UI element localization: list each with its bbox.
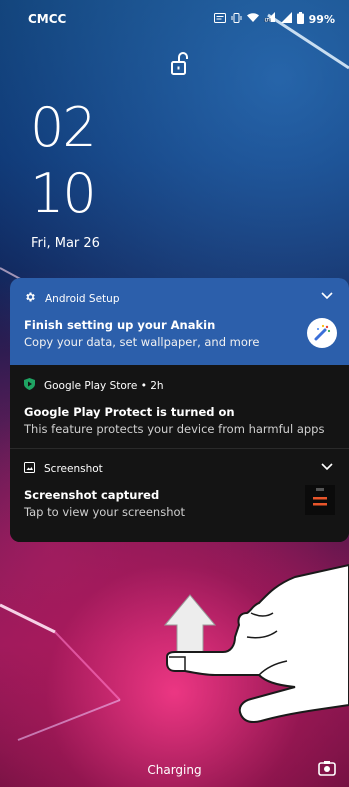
wifi-icon <box>246 12 259 26</box>
chevron-down-icon[interactable] <box>321 292 333 300</box>
svg-text:LTE: LTE <box>264 18 272 23</box>
magic-wand-icon <box>307 318 337 348</box>
screenshot-thumbnail[interactable] <box>305 485 335 515</box>
notification-title: Google Play Protect is turned on <box>24 405 235 419</box>
swipe-up-gesture-hint <box>163 563 349 724</box>
play-protect-icon <box>24 378 35 393</box>
notification-screenshot[interactable]: Screenshot Screenshot captured Tap to vi… <box>10 449 349 542</box>
notification-android-setup[interactable]: Android Setup Finish setting up your Ana… <box>10 278 349 365</box>
notification-play-protect[interactable]: Google Play Store • 2h Google Play Prote… <box>10 365 349 449</box>
status-bar: CMCC LTE 99% <box>0 0 349 38</box>
lte-signal-icon: LTE <box>263 12 276 26</box>
notification-title: Screenshot captured <box>24 488 160 502</box>
notification-title: Finish setting up your Anakin <box>24 318 216 332</box>
notification-icon <box>213 12 226 26</box>
camera-icon[interactable] <box>318 759 336 777</box>
notification-app-name: Screenshot <box>44 463 103 475</box>
notification-text: Copy your data, set wallpaper, and more <box>24 335 260 349</box>
notification-text: This feature protects your device from h… <box>24 422 325 436</box>
clock-minute: 10 <box>30 162 97 225</box>
lockscreen-date: Fri, Mar 26 <box>31 236 100 251</box>
carrier-label: CMCC <box>28 12 67 26</box>
battery-percent: 99% <box>308 12 335 26</box>
unlock-icon[interactable] <box>170 52 190 76</box>
status-icons: LTE 99% <box>213 11 335 27</box>
signal-icon <box>280 12 292 26</box>
battery-icon <box>296 11 304 27</box>
screenshot-icon <box>24 462 35 476</box>
notification-app-name: Google Play Store • 2h <box>44 379 164 392</box>
notification-list: Android Setup Finish setting up your Ana… <box>10 278 349 542</box>
lockscreen-clock: 02 10 <box>30 95 97 227</box>
gear-icon <box>24 291 36 306</box>
chevron-down-icon[interactable] <box>321 463 333 471</box>
vibrate-icon <box>231 12 242 26</box>
charging-status: Charging <box>147 763 202 777</box>
notification-text: Tap to view your screenshot <box>24 505 186 519</box>
clock-hour: 02 <box>30 96 97 159</box>
notification-app-name: Android Setup <box>45 292 120 305</box>
